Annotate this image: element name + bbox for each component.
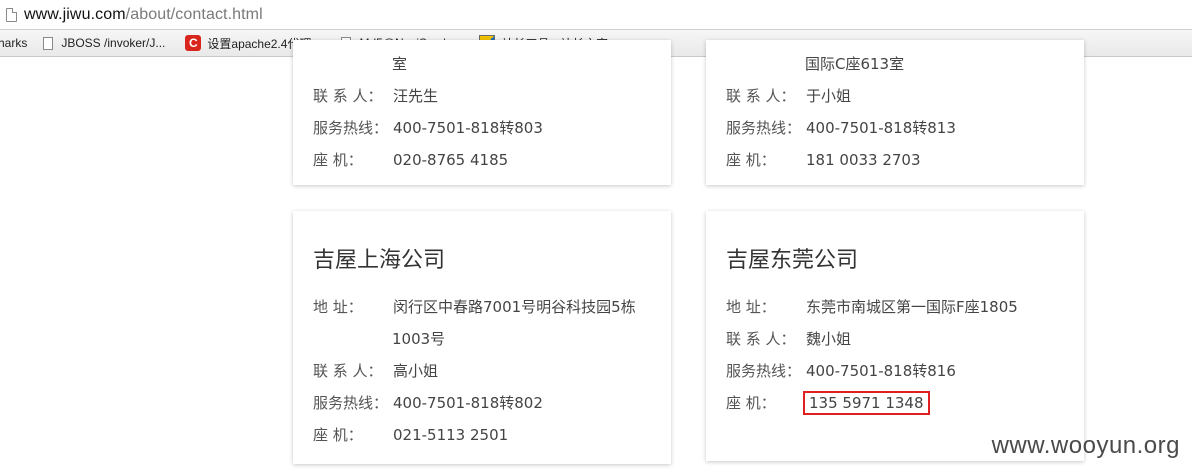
phone-value-highlighted: 135 5971 1348 bbox=[803, 391, 930, 415]
address-label: 地 址： bbox=[726, 298, 776, 316]
address-continuation: 室 bbox=[392, 55, 408, 73]
bookmark-label: harks bbox=[0, 36, 28, 50]
watermark-text: www.wooyun.org bbox=[991, 432, 1180, 459]
hotline-label: 服务热线： bbox=[313, 394, 389, 412]
hotline-row: 服务热线： 400-7501-818转803 bbox=[313, 118, 543, 138]
hotline-label: 服务热线： bbox=[726, 119, 802, 137]
hotline-value: 400-7501-818转816 bbox=[806, 362, 956, 380]
contact-value: 高小姐 bbox=[393, 362, 439, 380]
hotline-label: 服务热线： bbox=[726, 362, 802, 380]
address-row: 地 址： 闵行区中春路7001号明谷科技园5栋 bbox=[313, 297, 636, 317]
bookmark-bookmarks[interactable]: harks bbox=[0, 36, 27, 50]
contact-label: 联 系 人： bbox=[726, 330, 796, 348]
phone-label: 座 机： bbox=[726, 394, 776, 412]
contact-value: 魏小姐 bbox=[806, 330, 852, 348]
office-title: 吉屋上海公司 bbox=[313, 248, 446, 273]
address-value: 东莞市南城区第一国际F座1805 bbox=[806, 298, 1018, 316]
phone-row: 座 机： 021-5113 2501 bbox=[313, 425, 508, 445]
phone-row: 座 机： 135 5971 1348 bbox=[726, 391, 930, 415]
office-title: 吉屋东莞公司 bbox=[726, 248, 859, 273]
office-card-shanghai: 吉屋上海公司 地 址： 闵行区中春路7001号明谷科技园5栋 1003号 联 系 … bbox=[293, 211, 671, 464]
address-value: 闵行区中春路7001号明谷科技园5栋 bbox=[393, 298, 636, 316]
address-bar[interactable]: www.jiwu.com/about/contact.html bbox=[0, 0, 1192, 30]
contact-label: 联 系 人： bbox=[313, 362, 383, 380]
hotline-row: 服务热线： 400-7501-818转816 bbox=[726, 361, 956, 381]
hotline-value: 400-7501-818转803 bbox=[393, 119, 543, 137]
address-row: 地 址： 东莞市南城区第一国际F座1805 bbox=[726, 297, 1018, 317]
phone-value: 181 0033 2703 bbox=[806, 151, 921, 169]
phone-row: 座 机： 020-8765 4185 bbox=[313, 150, 508, 170]
contact-row: 联 系 人： 于小姐 bbox=[726, 86, 851, 106]
phone-value: 020-8765 4185 bbox=[393, 151, 509, 169]
phone-row: 座 机： 181 0033 2703 bbox=[726, 150, 921, 170]
office-card-top-right: 国际C座613室 联 系 人： 于小姐 服务热线： 400-7501-818转813… bbox=[706, 40, 1084, 185]
hotline-row: 服务热线： 400-7501-818转802 bbox=[313, 393, 543, 413]
c-logo-icon: C bbox=[185, 35, 202, 51]
bookmark-jboss[interactable]: JBOSS /invoker/J... bbox=[43, 36, 165, 50]
page-icon bbox=[6, 7, 17, 22]
phone-value: 021-5113 2501 bbox=[393, 426, 509, 444]
contact-value: 于小姐 bbox=[806, 87, 852, 105]
hotline-value: 400-7501-818转802 bbox=[393, 394, 543, 412]
phone-label: 座 机： bbox=[726, 151, 776, 169]
contact-row: 联 系 人： 汪先生 bbox=[313, 86, 438, 106]
bookmark-label: JBOSS /invoker/J... bbox=[61, 36, 166, 50]
address-label: 地 址： bbox=[313, 298, 363, 316]
phone-label: 座 机： bbox=[313, 426, 363, 444]
office-card-dongguan: 吉屋东莞公司 地 址： 东莞市南城区第一国际F座1805 联 系 人： 魏小姐 服务… bbox=[706, 211, 1084, 461]
hotline-label: 服务热线： bbox=[313, 119, 389, 137]
contact-label: 联 系 人： bbox=[313, 87, 383, 105]
address-continuation: 国际C座613室 bbox=[805, 55, 905, 73]
address-continuation: 1003号 bbox=[392, 330, 446, 348]
contact-row: 联 系 人： 魏小姐 bbox=[726, 329, 851, 349]
contact-value: 汪先生 bbox=[393, 87, 439, 105]
url-host: www.jiwu.com bbox=[24, 5, 126, 23]
url-path: /about/contact.html bbox=[125, 5, 263, 23]
url-text[interactable]: www.jiwu.com/about/contact.html bbox=[24, 6, 263, 24]
contact-row: 联 系 人： 高小姐 bbox=[313, 361, 438, 381]
phone-label: 座 机： bbox=[313, 151, 363, 169]
hotline-value: 400-7501-818转813 bbox=[806, 119, 956, 137]
contact-label: 联 系 人： bbox=[726, 87, 796, 105]
document-icon bbox=[43, 36, 54, 50]
hotline-row: 服务热线： 400-7501-818转813 bbox=[726, 118, 956, 138]
office-card-top-left: 室 联 系 人： 汪先生 服务热线： 400-7501-818转803 座 机： 02… bbox=[293, 40, 671, 185]
